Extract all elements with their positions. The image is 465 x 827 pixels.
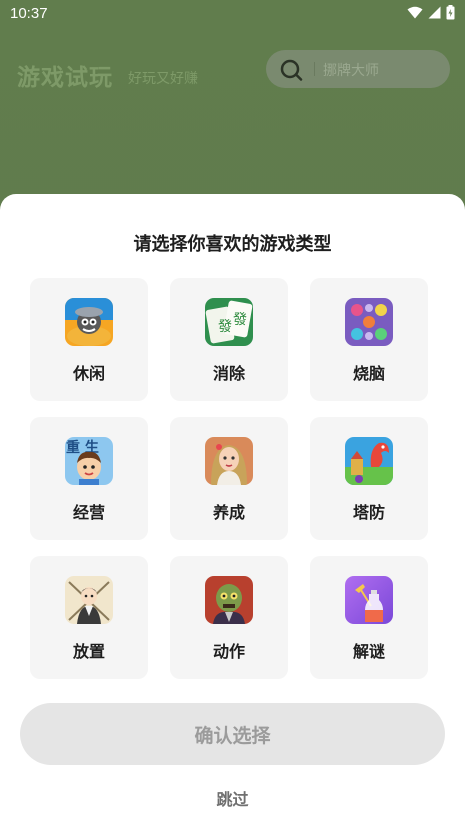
dragon-castle-icon [345,437,393,485]
search-placeholder: 挪牌大师 [323,63,379,79]
category-card-action[interactable]: 动作 [170,556,288,679]
category-label: 烧脑 [352,364,385,383]
mahjong-tile-icon: 發 發 [205,298,253,346]
anime-girl-icon [205,437,253,485]
status-time: 10:37 [10,5,48,22]
cartoon-boy-icon: 重 生 [65,437,113,485]
app-title: 游戏试玩 [17,65,113,91]
search-box[interactable]: 挪牌大师 [266,50,450,88]
category-label: 休闲 [72,364,105,383]
category-label: 塔防 [352,503,385,522]
category-card-tower-defense[interactable]: 塔防 [310,417,428,540]
category-card-brain[interactable]: 烧脑 [310,278,428,401]
wifi-icon [407,6,423,19]
category-label: 解谜 [352,642,385,661]
category-card-match[interactable]: 發 發 消除 [170,278,288,401]
color-sort-puzzle-icon [345,298,393,346]
confirm-selection-button[interactable]: 确认选择 [20,703,445,765]
status-icons [407,5,455,20]
skip-link[interactable]: 跳过 [0,786,465,810]
battery-icon [446,5,455,20]
category-card-nurture[interactable]: 养成 [170,417,288,540]
app-slogan: 好玩又好赚 [128,71,198,87]
samurai-swords-icon [65,576,113,624]
svg-text:發: 發 [233,312,247,328]
search-divider [314,62,315,76]
category-card-management[interactable]: 重 生 经营 [30,417,148,540]
category-card-puzzle[interactable]: 解谜 [310,556,428,679]
category-label: 经营 [72,503,105,522]
category-label: 养成 [212,503,245,522]
status-bar: 10:37 [0,0,465,28]
app-header: 游戏试玩 好玩又好赚 挪牌大师 [0,48,465,96]
category-selection-sheet: 请选择你喜欢的游戏类型 休闲 發 發 消除 烧脑 重 生 经营 养成 塔防 放置… [0,194,465,827]
category-card-idle[interactable]: 放置 [30,556,148,679]
sheet-title: 请选择你喜欢的游戏类型 [133,234,332,255]
category-label: 动作 [212,642,245,661]
signal-icon [428,6,441,19]
category-label: 消除 [212,364,245,383]
search-icon [280,59,304,85]
bottle-pour-icon [345,576,393,624]
category-card-casual[interactable]: 休闲 [30,278,148,401]
casual-game-icon [65,298,113,346]
zombie-icon [205,576,253,624]
category-label: 放置 [72,642,105,661]
svg-text:發: 發 [218,319,232,335]
